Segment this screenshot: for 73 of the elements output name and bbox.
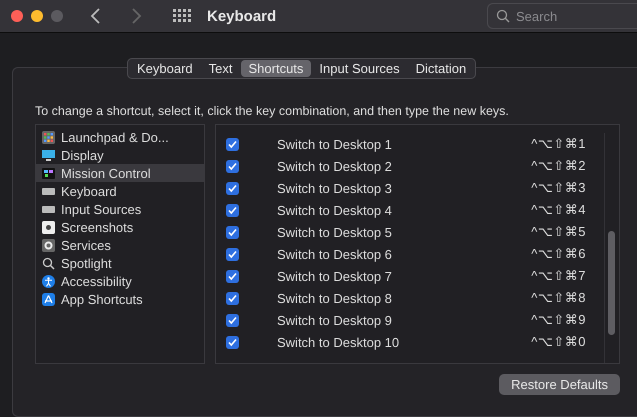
accessibility-icon [42, 274, 55, 288]
key-combination[interactable]: ^⌥⇧⌘7 [531, 268, 586, 284]
launchpad-icon [42, 130, 55, 144]
shortcut-label: Switch to Desktop 10 [277, 334, 400, 350]
category-item[interactable]: Mission Control [36, 164, 204, 182]
restore-defaults-button[interactable]: Restore Defaults [499, 374, 620, 395]
shortcut-label: Switch to Desktop 5 [277, 224, 392, 240]
category-label: App Shortcuts [61, 292, 143, 306]
tab[interactable]: Dictation [408, 60, 474, 77]
checkbox[interactable] [226, 314, 239, 326]
checkbox[interactable] [226, 248, 239, 260]
category-label: Input Sources [61, 202, 142, 216]
screenshot-icon [42, 220, 55, 234]
window-title: Keyboard [207, 8, 276, 24]
key-combination[interactable]: ^⌥⇧⌘3 [531, 180, 586, 196]
category-item[interactable]: Services [36, 236, 204, 254]
category-label: Spotlight [61, 256, 112, 270]
category-item[interactable]: Spotlight [36, 254, 204, 272]
category-label: Accessibility [61, 274, 132, 288]
monitor-icon [42, 148, 55, 162]
shortcut-label: Switch to Desktop 4 [277, 202, 392, 218]
category-item[interactable]: Accessibility [36, 272, 204, 290]
instruction-text: To change a shortcut, select it, click the key combination, and then type the new keys. [35, 104, 510, 118]
category-label: Keyboard [61, 184, 117, 198]
search-icon [496, 9, 510, 23]
category-label: Mission Control [61, 166, 151, 180]
key-combination[interactable]: ^⌥⇧⌘8 [531, 290, 586, 306]
checkbox[interactable] [226, 336, 239, 348]
category-label: Screenshots [61, 220, 134, 234]
checkbox[interactable] [226, 292, 239, 304]
key-combination[interactable]: ^⌥⇧⌘6 [531, 246, 586, 262]
checkbox[interactable] [226, 160, 239, 172]
category-item[interactable]: Input Sources [36, 200, 204, 218]
category-item[interactable]: Screenshots [36, 218, 204, 236]
windows-icon [42, 166, 55, 180]
key-combination[interactable]: ^⌥⇧⌘9 [531, 312, 586, 328]
tab[interactable]: Shortcuts [240, 60, 312, 77]
key-combination[interactable]: ^⌥⇧⌘1 [531, 136, 586, 152]
minimize-button[interactable] [31, 10, 43, 22]
checkbox[interactable] [226, 270, 239, 282]
key-combination[interactable]: ^⌥⇧⌘4 [531, 202, 586, 218]
app-store-icon [42, 292, 55, 306]
shortcut-label: Switch to Desktop 7 [277, 268, 392, 284]
key-combination[interactable]: ^⌥⇧⌘0 [531, 334, 586, 350]
category-label: Display [61, 148, 104, 162]
shortcut-label: Switch to Desktop 3 [277, 180, 392, 196]
key-combination[interactable]: ^⌥⇧⌘2 [531, 158, 586, 174]
search-input[interactable]: Search [516, 8, 626, 24]
tab[interactable]: Keyboard [129, 60, 201, 77]
search-field[interactable]: Search [487, 3, 637, 29]
category-label: Services [61, 238, 111, 252]
scrollbar-thumb[interactable] [608, 231, 615, 335]
checkbox[interactable] [226, 182, 239, 194]
shortcut-label: Switch to Desktop 1 [277, 136, 392, 152]
category-item[interactable]: App Shortcuts [36, 290, 204, 308]
shortcut-label: Switch to Desktop 8 [277, 290, 392, 306]
category-item[interactable]: Launchpad & Do... [36, 128, 204, 146]
search-icon [42, 256, 55, 270]
shortcut-label: Switch to Desktop 2 [277, 158, 392, 174]
grid-icon[interactable] [173, 7, 193, 25]
checkbox[interactable] [226, 138, 239, 150]
checkbox[interactable] [226, 204, 239, 216]
category-item[interactable]: Display [36, 146, 204, 164]
close-button[interactable] [11, 10, 23, 22]
checkbox[interactable] [226, 226, 239, 238]
shortcut-label: Switch to Desktop 6 [277, 246, 392, 262]
tab[interactable]: Input Sources [311, 60, 408, 77]
category-item[interactable]: Keyboard [36, 182, 204, 200]
shortcut-label: Switch to Desktop 9 [277, 312, 392, 328]
key-combination[interactable]: ^⌥⇧⌘5 [531, 224, 586, 240]
tab[interactable]: Text [200, 60, 240, 77]
category-label: Launchpad & Do... [61, 130, 169, 144]
settings-icon [42, 238, 55, 252]
